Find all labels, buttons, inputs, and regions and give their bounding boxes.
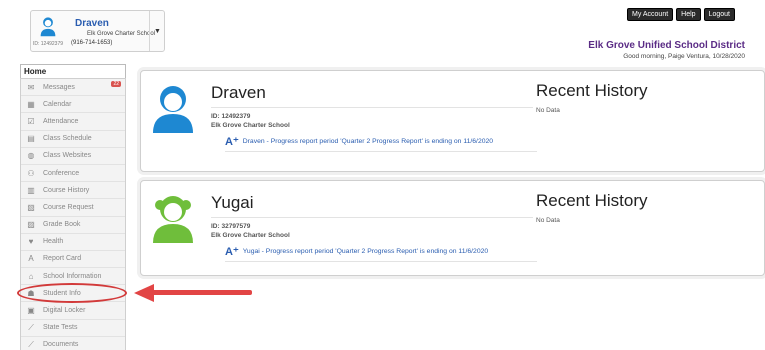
report-card-icon: A⁺: [225, 136, 239, 148]
people-icon: ⚇: [27, 168, 35, 178]
greeting-text: Good morning, Paige Ventura, 10/28/2020: [623, 53, 745, 60]
student-card: Draven ID: 12492379 Elk Grove Charter Sc…: [140, 70, 765, 172]
chevron-down-icon[interactable]: ▼: [149, 11, 165, 51]
help-button[interactable]: Help: [676, 8, 701, 21]
sidebar-item-course-history[interactable]: ▥ Course History: [21, 182, 125, 200]
sidebar-item-label: Course Request: [43, 203, 94, 211]
sidebar-menu: ✉ Messages 22 ▦ Calendar ☑ Attendance ▤ …: [20, 78, 126, 350]
page: Draven Elk Grove Charter School ID: 1249…: [0, 0, 765, 350]
heart-icon: ♥: [28, 237, 34, 247]
divider: [211, 217, 533, 218]
sidebar-item-label: State Tests: [43, 324, 78, 332]
sidebar-item-state-tests[interactable]: ⟋ State Tests: [21, 320, 125, 337]
sidebar-item-label: Course History: [43, 186, 90, 194]
sidebar-item-label: Calendar: [43, 100, 72, 108]
student-id: ID: 12492379: [211, 113, 251, 120]
sidebar-item-documents[interactable]: ⟋ Documents: [21, 337, 125, 350]
sidebar-item-label: Digital Locker: [43, 307, 86, 315]
divider: [225, 261, 537, 262]
selected-student-id: ID: 12492379: [33, 41, 64, 47]
sidebar-item-label: Health: [43, 238, 64, 246]
gradebook-icon: ▨: [27, 220, 35, 230]
student-name[interactable]: Draven: [211, 83, 266, 103]
sidebar-item-label: School Information: [43, 272, 102, 280]
student-school: Elk Grove Charter School: [211, 122, 290, 129]
student-avatar-icon: [40, 17, 56, 37]
account-toolbar: My Account Help Logout: [626, 8, 735, 21]
sidebar-item-class-websites[interactable]: ◍ Class Websites: [21, 148, 125, 165]
my-account-button[interactable]: My Account: [626, 8, 674, 21]
sidebar-item-label: Class Websites: [43, 152, 92, 160]
logout-button[interactable]: Logout: [703, 8, 735, 21]
divider: [225, 151, 537, 152]
student-card: Yugai ID: 32797579 Elk Grove Charter Sch…: [140, 180, 765, 276]
envelope-icon: ✉: [27, 82, 35, 92]
sidebar-item-label: Messages: [43, 83, 75, 91]
sidebar-item-messages[interactable]: ✉ Messages 22: [21, 79, 125, 97]
student-id: ID: 32797579: [211, 223, 251, 230]
district-name: Elk Grove Unified School District: [588, 40, 745, 51]
request-icon: ▧: [27, 202, 35, 212]
progress-report-text: Draven - Progress report period 'Quarter…: [242, 138, 494, 145]
document-icon: ⟋: [28, 339, 34, 349]
tab-home[interactable]: Home: [20, 64, 126, 78]
sidebar-item-calendar[interactable]: ▦ Calendar: [21, 96, 125, 114]
sidebar-item-grade-book[interactable]: ▨ Grade Book: [21, 217, 125, 234]
selected-student-name: Draven: [75, 18, 109, 29]
student-school: Elk Grove Charter School: [211, 232, 290, 239]
divider: [211, 107, 533, 108]
recent-history-body: No Data: [536, 217, 560, 224]
student-selector[interactable]: Draven Elk Grove Charter School ID: 1249…: [30, 10, 165, 52]
sidebar-item-course-request[interactable]: ▧ Course Request: [21, 199, 125, 217]
highlight-ellipse: [17, 283, 127, 303]
checkmark-icon: ☑: [27, 116, 35, 126]
progress-report-link[interactable]: A⁺ Draven - Progress report period 'Quar…: [225, 135, 493, 148]
student-avatar-icon: [153, 196, 193, 243]
globe-icon: ◍: [27, 151, 35, 161]
sidebar-item-digital-locker[interactable]: ▣ Digital Locker: [21, 302, 125, 320]
schedule-icon: ▤: [27, 134, 35, 144]
sidebar-item-label: Attendance: [43, 117, 79, 125]
student-name[interactable]: Yugai: [211, 193, 254, 213]
chart-icon: ⟋: [28, 322, 34, 332]
books-icon: ▥: [27, 185, 35, 195]
messages-count-badge: 22: [111, 81, 121, 87]
school-icon: ⌂: [28, 271, 34, 281]
arrow-shaft: [152, 290, 252, 295]
selected-student-phone: (916-714-1653): [71, 40, 113, 46]
sidebar-item-report-card[interactable]: A Report Card: [21, 251, 125, 269]
sidebar-item-label: Conference: [43, 169, 80, 177]
report-card-icon: A⁺: [225, 246, 239, 258]
selected-student-school: Elk Grove Charter School: [87, 31, 156, 37]
sidebar-item-label: Class Schedule: [43, 135, 92, 143]
sidebar: Home ✉ Messages 22 ▦ Calendar ☑ Attendan…: [20, 64, 126, 350]
progress-report-text: Yugai - Progress report period 'Quarter …: [242, 248, 489, 255]
recent-history-body: No Data: [536, 107, 560, 114]
report-card-icon: A: [28, 254, 34, 264]
sidebar-item-attendance[interactable]: ☑ Attendance: [21, 113, 125, 131]
sidebar-item-health[interactable]: ♥ Health: [21, 234, 125, 251]
recent-history-title: Recent History: [536, 81, 648, 100]
student-avatar-icon: [153, 86, 193, 133]
sidebar-item-class-schedule[interactable]: ▤ Class Schedule: [21, 131, 125, 148]
arrow-head-icon: [134, 284, 154, 302]
sidebar-item-label: Grade Book: [43, 221, 81, 229]
locker-icon: ▣: [27, 306, 35, 316]
sidebar-item-conference[interactable]: ⚇ Conference: [21, 165, 125, 183]
calendar-icon: ▦: [27, 99, 35, 109]
sidebar-item-label: Documents: [43, 341, 79, 349]
recent-history-title: Recent History: [536, 191, 648, 210]
progress-report-link[interactable]: A⁺ Yugai - Progress report period 'Quart…: [225, 245, 488, 258]
sidebar-item-label: Report Card: [43, 255, 82, 263]
